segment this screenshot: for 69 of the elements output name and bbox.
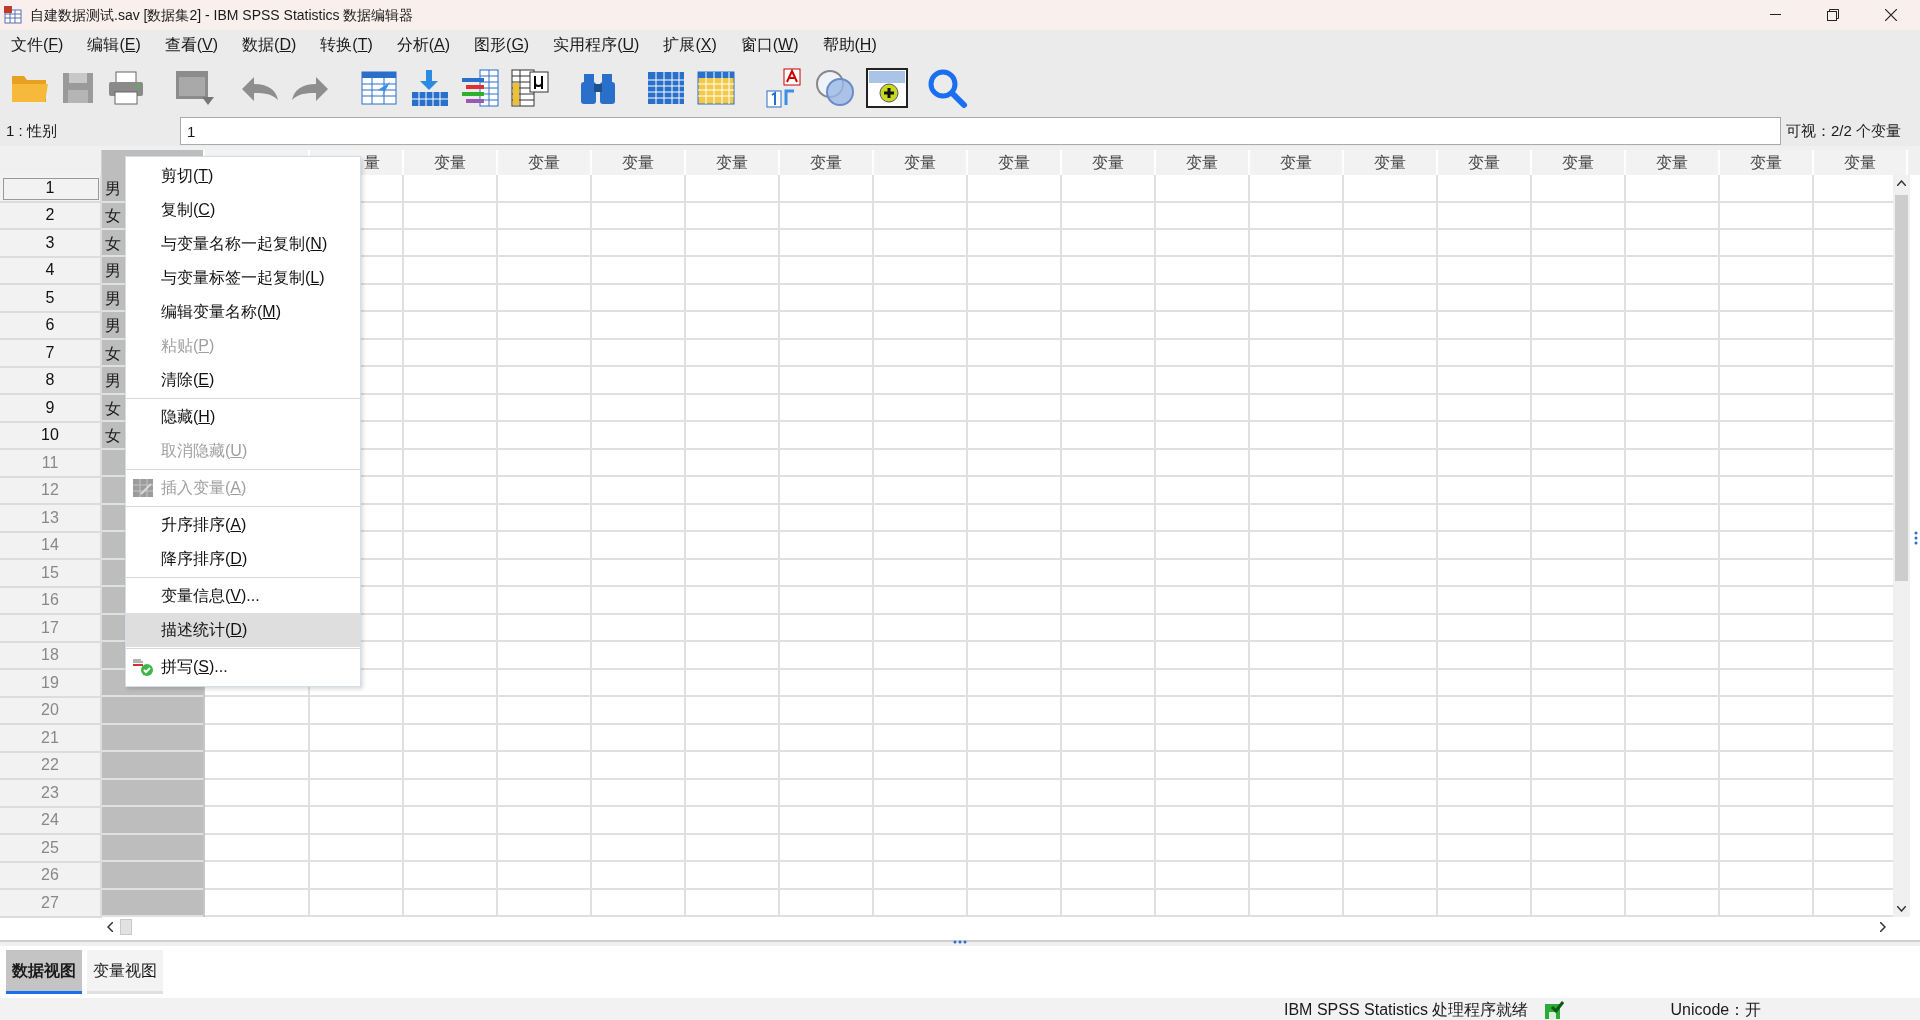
scroll-up-icon[interactable] <box>1897 180 1906 186</box>
row-number[interactable]: 7 <box>0 340 102 368</box>
scroll-down-icon[interactable] <box>1897 906 1906 912</box>
context-menu-item[interactable]: 与变量名称一起复制(N) <box>126 227 360 261</box>
restore-icon <box>1827 9 1839 21</box>
vertical-scrollbar[interactable] <box>1893 175 1910 917</box>
context-menu-item[interactable]: 变量信息(V)... <box>126 579 360 613</box>
processor-status: IBM SPSS Statistics 处理程序就绪 <box>1284 1000 1529 1020</box>
disk-check-icon <box>1544 1000 1565 1020</box>
context-menu-item[interactable]: 复制(C) <box>126 193 360 227</box>
insert-column-icon <box>133 479 153 497</box>
menu-item[interactable]: 文件(F) <box>2 32 73 58</box>
window-title: 自建数据测试.sav [数据集2] - IBM SPSS Statistics 数据编辑器 <box>30 5 414 25</box>
menu-item[interactable]: 转换(T) <box>311 32 382 58</box>
row-number[interactable]: 6 <box>0 312 102 340</box>
filled-grid-icon[interactable] <box>696 68 736 108</box>
colored-bars-table-icon[interactable] <box>460 68 500 108</box>
save-icon[interactable] <box>60 70 96 106</box>
printer-icon[interactable] <box>106 70 146 106</box>
scrollbar-thumb[interactable] <box>1895 195 1908 581</box>
value-labels-icon[interactable] <box>764 67 804 109</box>
cell-value-field[interactable]: 1 <box>180 117 1781 145</box>
menu-item[interactable]: 编辑(E) <box>78 32 150 58</box>
cell-reference: 1 : 性别 <box>5 120 58 141</box>
menu-item[interactable]: 窗口(W) <box>731 32 808 58</box>
spell-check-icon <box>132 657 154 677</box>
visible-variables-count: 可视：2/2 个变量 <box>1786 120 1902 141</box>
close-icon <box>1885 9 1897 21</box>
context-menu-item[interactable]: 隐藏(H) <box>126 400 360 434</box>
context-menu-item[interactable]: 升序排序(A) <box>126 508 360 542</box>
row-number[interactable]: 1 <box>0 175 102 203</box>
view-tab[interactable]: 变量视图 <box>87 950 163 994</box>
scroll-right-icon[interactable] <box>1880 922 1886 932</box>
row-number[interactable]: 10 <box>0 422 102 450</box>
row-number[interactable]: 5 <box>0 285 102 313</box>
overlapping-circles-icon[interactable] <box>814 68 856 108</box>
menu-item[interactable]: 图形(G) <box>465 32 539 58</box>
scroll-left-icon[interactable] <box>107 922 113 932</box>
splitter-handle-icon[interactable] <box>952 940 968 944</box>
app-icon <box>3 5 23 25</box>
download-table-icon[interactable] <box>410 68 450 108</box>
context-menu-item[interactable]: 描述统计(D) <box>126 613 360 647</box>
view-tab[interactable]: 数据视图 <box>6 950 82 994</box>
horizontal-scrollbar-thumb[interactable] <box>120 919 132 935</box>
row-number[interactable]: 8 <box>0 367 102 395</box>
menu-item[interactable]: 分析(A) <box>387 32 460 58</box>
table-arrow-icon[interactable] <box>360 68 400 108</box>
context-menu-item[interactable]: 清除(E) <box>126 363 360 397</box>
context-menu-item[interactable]: 拼写(S)... <box>126 650 360 684</box>
context-menu-item[interactable]: 降序排序(D) <box>126 542 360 576</box>
data-grid-icon[interactable] <box>174 69 214 107</box>
row-number[interactable]: 9 <box>0 395 102 423</box>
menu-item[interactable]: 数据(D) <box>233 32 306 58</box>
search-icon[interactable] <box>926 67 968 109</box>
unicode-status: Unicode：开 <box>1670 1000 1762 1020</box>
menu-item[interactable]: 查看(V) <box>155 32 228 58</box>
minimize-icon <box>1769 14 1781 16</box>
variable-table-icon[interactable] <box>510 68 550 108</box>
row-number[interactable]: 2 <box>0 202 102 230</box>
context-menu-item[interactable]: 剪切(T) <box>126 159 360 193</box>
row-number[interactable]: 4 <box>0 257 102 285</box>
context-menu-item[interactable]: 与变量标签一起复制(L) <box>126 261 360 295</box>
row-number[interactable]: 3 <box>0 230 102 258</box>
menu-item[interactable]: 帮助(H) <box>813 32 886 58</box>
menu-item[interactable]: 扩展(X) <box>654 32 726 58</box>
menu-item[interactable]: 实用程序(U) <box>544 32 649 58</box>
context-menu-item[interactable]: 编辑变量名称(M) <box>126 295 360 329</box>
add-box-icon[interactable] <box>866 68 908 108</box>
splitter-handle-icon[interactable] <box>1914 530 1918 546</box>
